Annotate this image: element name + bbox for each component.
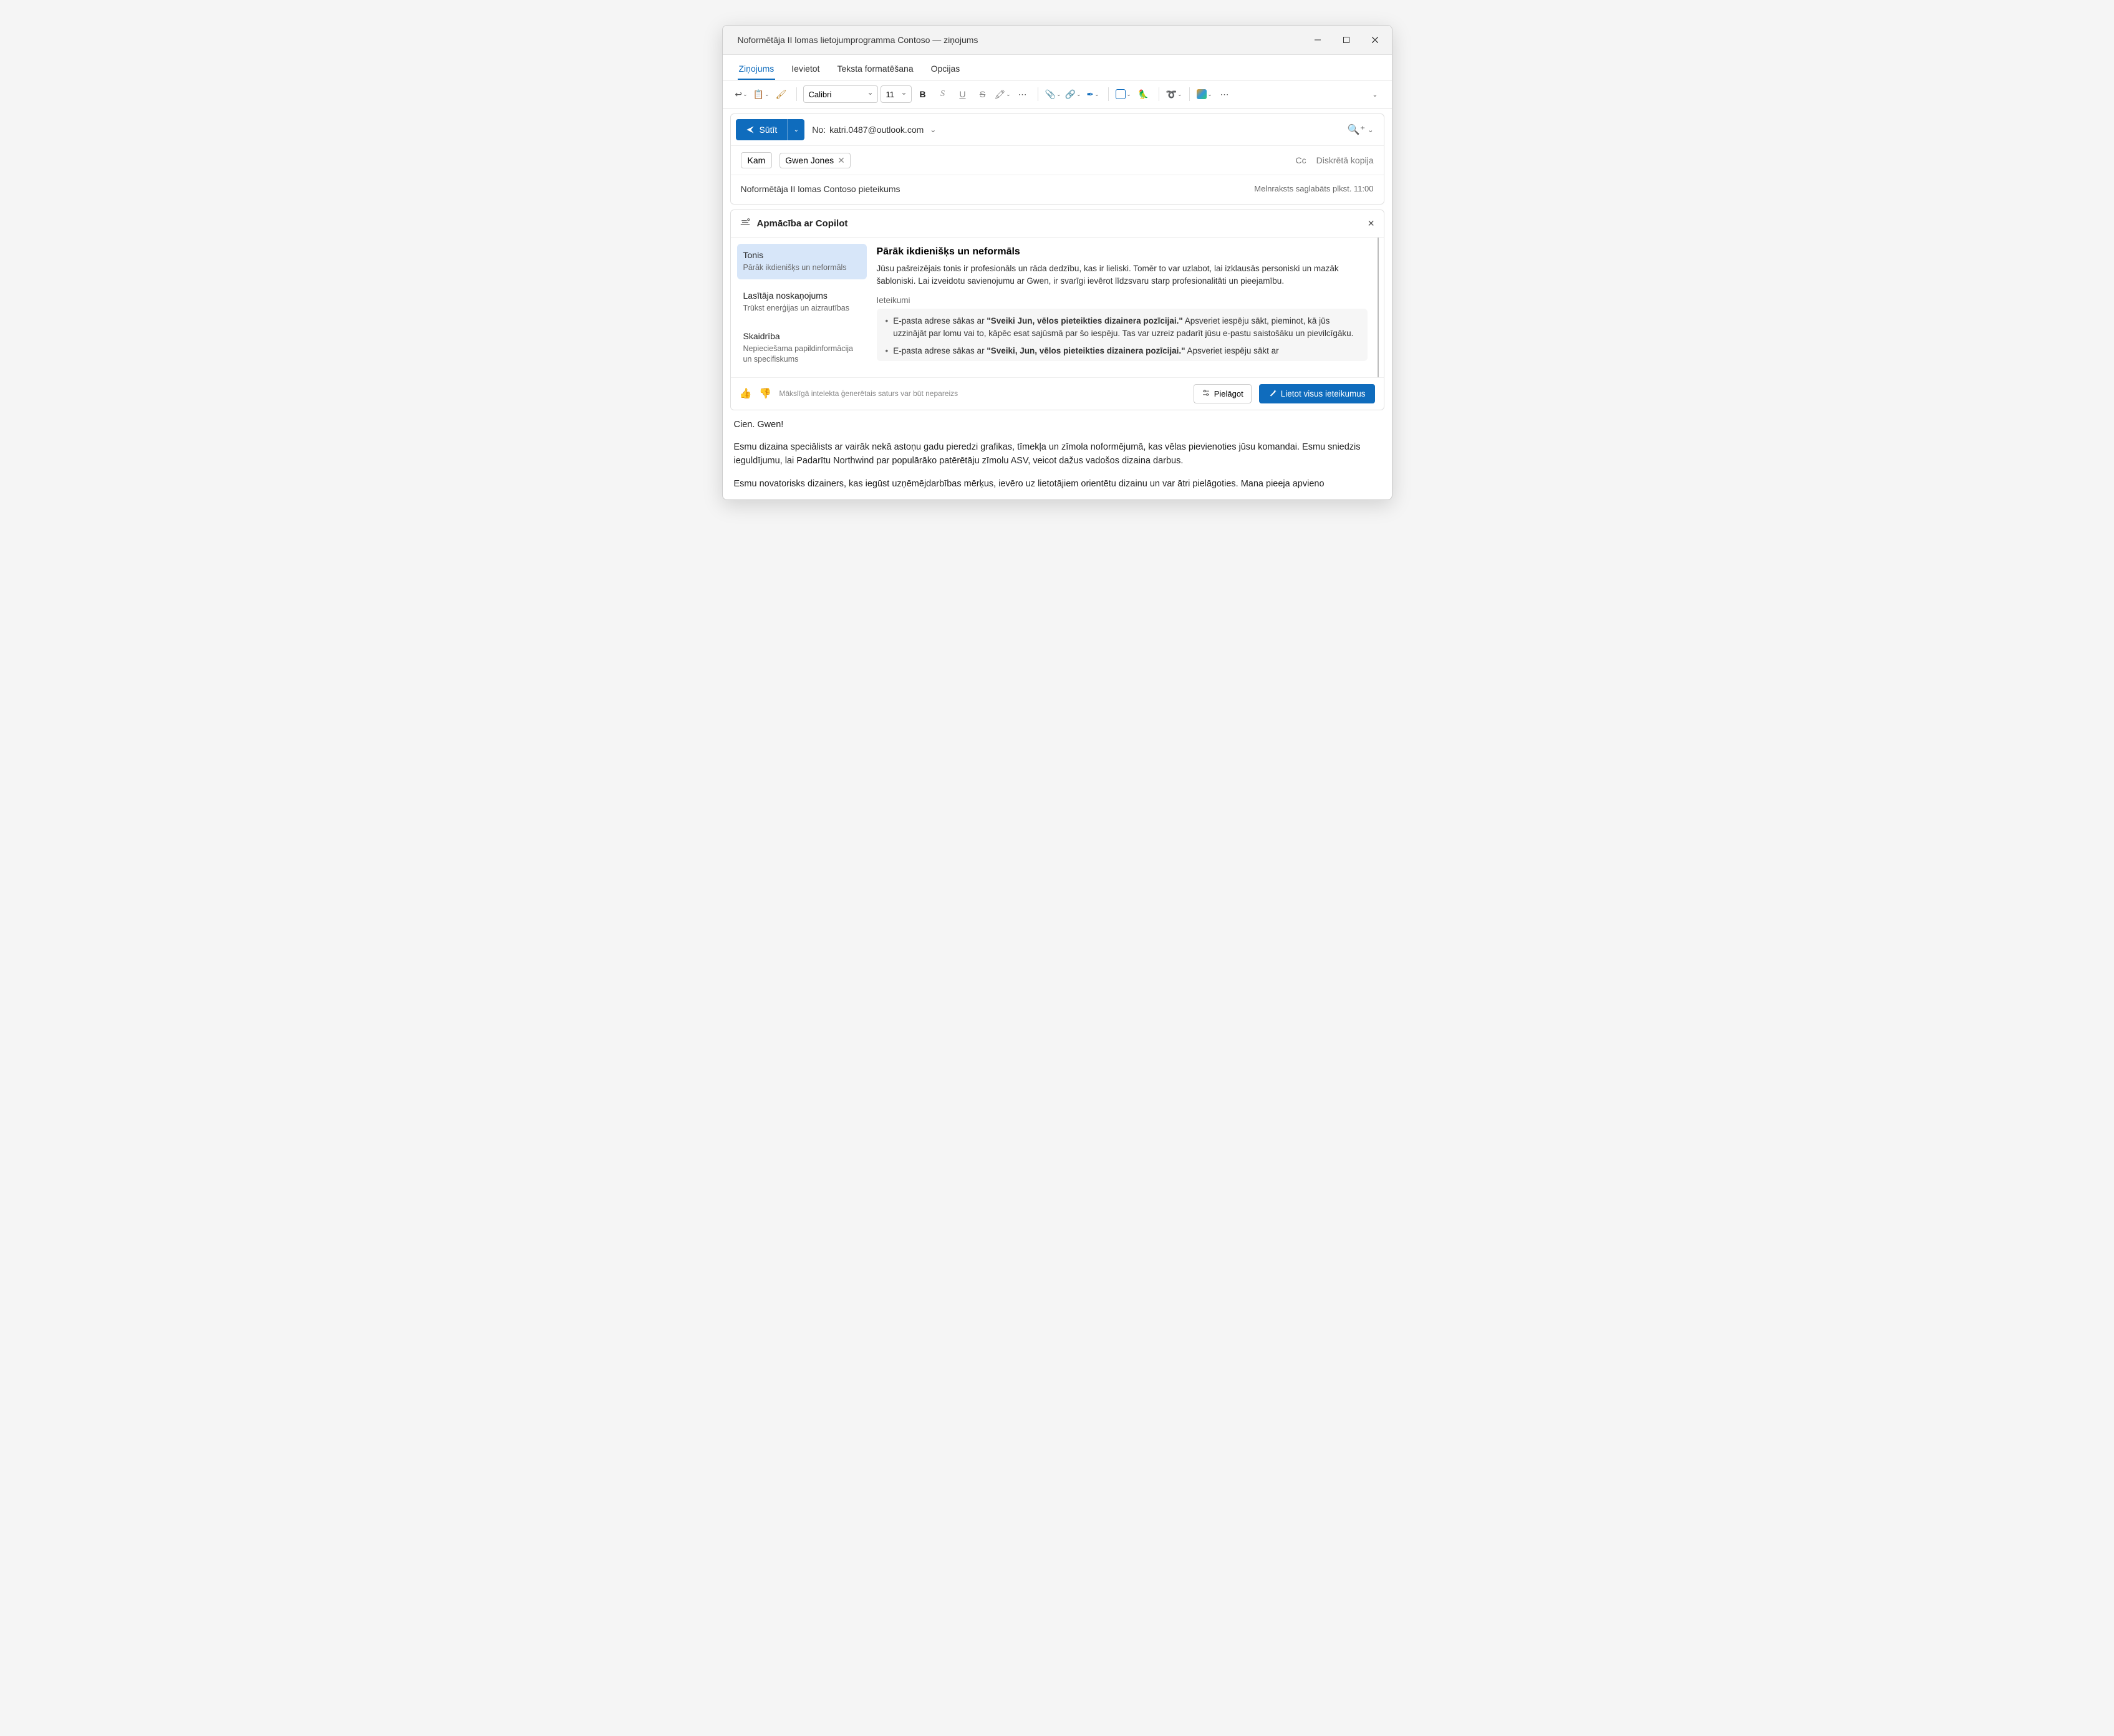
body-greeting: Cien. Gwen! <box>734 418 1381 432</box>
titlebar: Noformētāja II lomas lietojumprogramma C… <box>723 26 1392 55</box>
copilot-footer: 👍 👎 Mākslīgā intelekta ģenerētais saturs… <box>731 377 1384 410</box>
recipient-name: Gwen Jones <box>785 155 834 165</box>
send-icon <box>746 125 755 134</box>
copilot-button[interactable]: ⌄ <box>1196 85 1214 103</box>
copilot-side-item-tone[interactable]: Tonis Pārāk ikdienišķs un neformāls <box>737 244 867 279</box>
apply-all-button[interactable]: Lietot visus ieteikumus <box>1259 384 1375 403</box>
ai-disclaimer: Mākslīgā intelekta ģenerētais saturs var… <box>779 389 1185 398</box>
undo-button[interactable]: ↩⌄ <box>733 85 750 103</box>
wand-icon <box>1268 388 1277 399</box>
ribbon-tabs: Ziņojums Ievietot Teksta formatēšana Opc… <box>723 55 1392 80</box>
window-title: Noformētāja II lomas lietojumprogramma C… <box>738 35 978 45</box>
send-label: Sūtīt <box>760 125 778 135</box>
copilot-sidebar: Tonis Pārāk ikdienišķs un neformāls Lasī… <box>731 238 873 377</box>
zoom-icon: 🔍⁺ <box>1348 123 1365 136</box>
format-painter-button[interactable]: 🖌 <box>773 85 790 103</box>
compose-header: Sūtīt ⌄ No: katri.0487@outlook.com ⌄ 🔍⁺ … <box>730 113 1384 205</box>
copilot-side-item-sentiment[interactable]: Lasītāja noskaņojums Trūkst enerģijas un… <box>737 284 867 320</box>
body-paragraph: Esmu novatorisks dizainers, kas iegūst u… <box>734 477 1381 489</box>
message-window: Noformētāja II lomas lietojumprogramma C… <box>722 25 1392 500</box>
copilot-side-item-clarity[interactable]: Skaidrība Nepieciešama papildinformācija… <box>737 325 867 371</box>
minimize-button[interactable] <box>1303 31 1332 49</box>
sliders-icon <box>1202 388 1210 399</box>
body-paragraph: Esmu dizaina speciālists ar vairāk nekā … <box>734 440 1381 468</box>
window-controls <box>1303 31 1389 49</box>
link-button[interactable]: 🔗⌄ <box>1064 85 1082 103</box>
paste-button[interactable]: 📋⌄ <box>753 85 770 103</box>
recipient-chip[interactable]: Gwen Jones ✕ <box>779 153 851 168</box>
bold-button[interactable]: B <box>914 85 932 103</box>
tab-message[interactable]: Ziņojums <box>738 60 776 80</box>
thumbs-up-button[interactable]: 👍 <box>740 387 752 400</box>
adjust-button[interactable]: Pielāgot <box>1194 384 1252 403</box>
draft-status: Melnraksts saglabāts plkst. 11:00 <box>1254 184 1373 194</box>
highlight-button[interactable]: 🖍⌄ <box>994 85 1011 103</box>
send-more-button[interactable]: ⌄ <box>787 119 804 140</box>
tab-format[interactable]: Teksta formatēšana <box>836 60 914 80</box>
suggestion-item: • E-pasta adrese sākas ar "Sveiki, Jun, … <box>886 345 1359 357</box>
tab-options[interactable]: Opcijas <box>930 60 962 80</box>
apps-button[interactable]: ⌄ <box>1115 85 1132 103</box>
copilot-icon <box>740 216 751 231</box>
close-button[interactable] <box>1361 31 1389 49</box>
from-label: No: <box>812 125 826 135</box>
subject-input[interactable]: Noformētāja II lomas Contoso pieteikums <box>741 184 1255 194</box>
thumbs-down-button[interactable]: 👎 <box>759 387 771 400</box>
copilot-heading: Pārāk ikdienišķs un neformāls <box>877 246 1368 258</box>
tab-insert[interactable]: Ievietot <box>790 60 821 80</box>
send-button[interactable]: Sūtīt <box>736 119 788 140</box>
font-name-dropdown[interactable]: Calibri <box>803 85 878 103</box>
from-value[interactable]: katri.0487@outlook.com <box>829 125 924 135</box>
from-dropdown[interactable]: ⌄ <box>930 125 936 134</box>
attach-button[interactable]: 📎⌄ <box>1045 85 1062 103</box>
copilot-suggestions-label: Ieteikumi <box>877 296 1368 305</box>
zoom-control[interactable]: 🔍⁺ ⌄ <box>1348 123 1374 136</box>
remove-recipient-icon[interactable]: ✕ <box>837 155 845 166</box>
strikethrough-button[interactable]: S <box>974 85 992 103</box>
ribbon-collapse-button[interactable]: ⌄ <box>1372 90 1381 99</box>
ribbon-more-button[interactable]: ⋯ <box>1216 85 1233 103</box>
copilot-close-button[interactable]: ✕ <box>1368 218 1375 229</box>
copilot-title: Apmācība ar Copilot <box>757 218 848 229</box>
text-format-more-button[interactable]: ⋯ <box>1014 85 1031 103</box>
loop-button[interactable]: ➰⌄ <box>1166 85 1183 103</box>
copilot-suggestions-box: • E-pasta adrese sākas ar "Sveiki Jun, v… <box>877 309 1368 362</box>
send-button-group: Sūtīt ⌄ <box>736 119 805 140</box>
italic-button[interactable]: S <box>934 85 952 103</box>
ribbon: ↩⌄ 📋⌄ 🖌 Calibri 11 B S U S 🖍⌄ ⋯ 📎⌄ 🔗⌄ ✒⌄… <box>723 80 1392 109</box>
email-body[interactable]: Cien. Gwen! Esmu dizaina speciālists ar … <box>730 418 1384 489</box>
copilot-paragraph: Jūsu pašreizējais tonis ir profesionāls … <box>877 263 1368 288</box>
cc-bcc-group: Cc Diskrētā kopija <box>1296 155 1374 165</box>
bcc-button[interactable]: Diskrētā kopija <box>1316 155 1374 165</box>
copilot-content: Pārāk ikdienišķs un neformāls Jūsu pašre… <box>873 238 1379 377</box>
copilot-panel: Apmācība ar Copilot ✕ Tonis Pārāk ikdien… <box>730 210 1384 410</box>
cc-button[interactable]: Cc <box>1296 155 1306 165</box>
underline-button[interactable]: U <box>954 85 972 103</box>
maximize-button[interactable] <box>1332 31 1361 49</box>
addin-button[interactable]: 🦜 <box>1135 85 1152 103</box>
font-size-dropdown[interactable]: 11 <box>881 85 912 103</box>
to-button[interactable]: Kam <box>741 152 773 168</box>
signature-button[interactable]: ✒⌄ <box>1084 85 1102 103</box>
suggestion-item: • E-pasta adrese sākas ar "Sveiki Jun, v… <box>886 315 1359 340</box>
